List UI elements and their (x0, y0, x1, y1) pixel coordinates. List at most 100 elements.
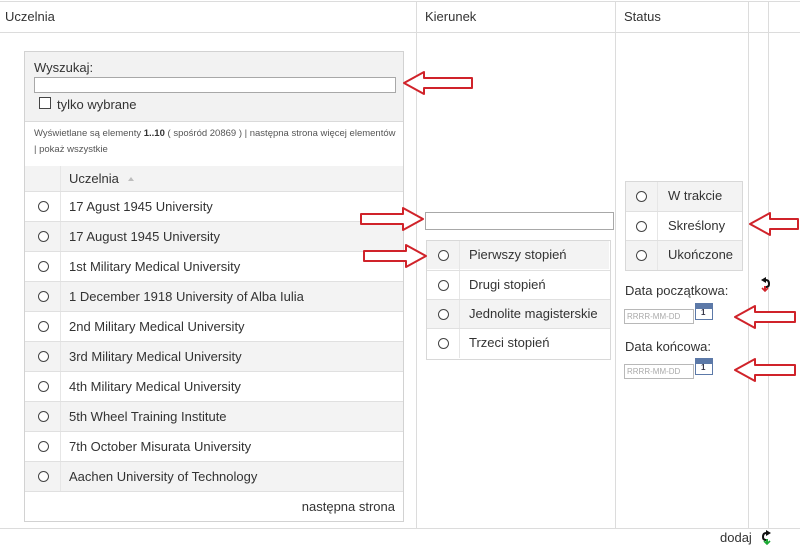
degree-level-label: Jednolite magisterskie (469, 306, 598, 321)
column-separator (657, 182, 658, 211)
table-header-label[interactable]: Uczelnia (69, 171, 119, 186)
status-label: Skreślony (668, 218, 726, 233)
university-picker: Wyszukaj: tylko wybrane Wyświetlane są e… (24, 51, 404, 522)
status-radio[interactable] (636, 221, 647, 232)
degree-level-option[interactable]: Trzeci stopień (427, 328, 610, 358)
table-row[interactable]: 3rd Military Medical University (25, 341, 403, 372)
row-radio[interactable] (38, 321, 49, 332)
row-radio[interactable] (38, 441, 49, 452)
column-separator (60, 282, 61, 312)
row-radio[interactable] (38, 411, 49, 422)
column-separator (459, 271, 460, 300)
search-label: Wyszukaj: (34, 60, 94, 75)
next-page-link[interactable]: następna strona (302, 499, 395, 514)
annotation-arrow-left (734, 305, 796, 329)
degree-level-radio[interactable] (438, 309, 449, 320)
column-separator (60, 432, 61, 462)
end-date-label: Data końcowa: (625, 339, 711, 354)
university-name: 17 August 1945 University (69, 229, 221, 244)
annotation-arrow-right (360, 207, 424, 231)
column-separator (60, 462, 61, 492)
end-date-input[interactable]: RRRR-MM-DD (624, 364, 694, 379)
column-header-status: Status (624, 9, 661, 24)
row-radio[interactable] (38, 291, 49, 302)
column-divider (768, 1, 769, 528)
start-date-input[interactable]: RRRR-MM-DD (624, 309, 694, 324)
table-row[interactable]: 7th October Misurata University (25, 431, 403, 462)
table-top-border (0, 1, 800, 2)
table-row[interactable]: 17 August 1945 University (25, 221, 403, 252)
degree-level-radio[interactable] (438, 338, 449, 349)
column-separator (657, 241, 658, 270)
table-row[interactable]: 17 Agust 1945 University (25, 191, 403, 222)
table-row[interactable]: 2nd Military Medical University (25, 311, 403, 342)
column-separator (60, 372, 61, 402)
calendar-icon[interactable]: 1 (695, 358, 713, 375)
add-icon[interactable] (760, 529, 774, 545)
university-name: 7th October Misurata University (69, 439, 252, 454)
status-option[interactable]: Skreślony (626, 211, 742, 241)
annotation-arrow-right (363, 244, 427, 268)
annotation-arrow-left (734, 358, 796, 382)
university-name: 1 December 1918 University of Alba Iulia (69, 289, 304, 304)
search-input[interactable] (34, 77, 396, 93)
degree-level-radio[interactable] (438, 250, 449, 261)
kierunek-input[interactable] (425, 212, 614, 230)
only-selected-checkbox[interactable] (39, 97, 51, 109)
degree-level-radio[interactable] (438, 280, 449, 291)
university-name: 17 Agust 1945 University (69, 199, 213, 214)
search-box: Wyszukaj: tylko wybrane (25, 52, 403, 122)
row-radio[interactable] (38, 351, 49, 362)
results-info-prefix: Wyświetlane są elementy (34, 128, 144, 139)
sort-ascending-icon[interactable] (128, 177, 134, 181)
university-name: 3rd Military Medical University (69, 349, 242, 364)
university-name: 2nd Military Medical University (69, 319, 245, 334)
column-header-kierunek: Kierunek (425, 9, 477, 24)
row-radio[interactable] (38, 261, 49, 272)
column-separator (657, 212, 658, 241)
undo-icon[interactable] (758, 276, 772, 292)
column-separator (60, 252, 61, 282)
annotation-arrow-left (403, 71, 473, 95)
only-selected-label[interactable]: tylko wybrane (57, 97, 136, 112)
university-name: Aachen University of Technology (69, 469, 258, 484)
degree-level-label: Pierwszy stopień (469, 247, 567, 262)
column-separator (459, 329, 460, 358)
status-label: Ukończone (668, 247, 734, 262)
column-separator (60, 166, 61, 191)
status-radio[interactable] (636, 191, 647, 202)
status-label: W trakcie (668, 188, 723, 203)
degree-level-label: Drugi stopień (469, 277, 546, 292)
row-radio[interactable] (38, 201, 49, 212)
column-divider (748, 1, 749, 528)
university-name: 4th Military Medical University (69, 379, 241, 394)
table-row[interactable]: 5th Wheel Training Institute (25, 401, 403, 432)
status-radio[interactable] (636, 250, 647, 261)
column-separator (60, 312, 61, 342)
table-row[interactable]: 1 December 1918 University of Alba Iulia (25, 281, 403, 312)
calendar-day: 1 (701, 308, 706, 317)
row-radio[interactable] (38, 231, 49, 242)
row-radio[interactable] (38, 471, 49, 482)
table-row[interactable]: 1st Military Medical University (25, 251, 403, 282)
start-date-label: Data początkowa: (625, 283, 729, 298)
calendar-icon[interactable]: 1 (695, 303, 713, 320)
degree-level-option[interactable]: Drugi stopień (427, 270, 610, 300)
status-list: W trakcie Skreślony Ukończone (625, 181, 743, 271)
results-info-range: 1..10 (143, 128, 165, 139)
degree-level-option[interactable]: Jednolite magisterskie (427, 299, 610, 329)
table-header[interactable]: Uczelnia (25, 166, 403, 191)
status-option[interactable]: Ukończone (626, 240, 742, 270)
table-row[interactable]: Aachen University of Technology (25, 461, 403, 492)
column-separator (459, 300, 460, 329)
status-option[interactable]: W trakcie (626, 182, 742, 211)
add-link[interactable]: dodaj (720, 530, 752, 545)
column-separator (60, 192, 61, 222)
degree-level-option[interactable]: Pierwszy stopień (427, 241, 610, 270)
results-info: Wyświetlane są elementy 1..10 ( spośród … (34, 126, 396, 158)
table-row[interactable]: 4th Military Medical University (25, 371, 403, 402)
column-separator (60, 222, 61, 252)
column-divider (615, 1, 616, 528)
row-radio[interactable] (38, 381, 49, 392)
column-header-uczelnia: Uczelnia (5, 9, 55, 24)
